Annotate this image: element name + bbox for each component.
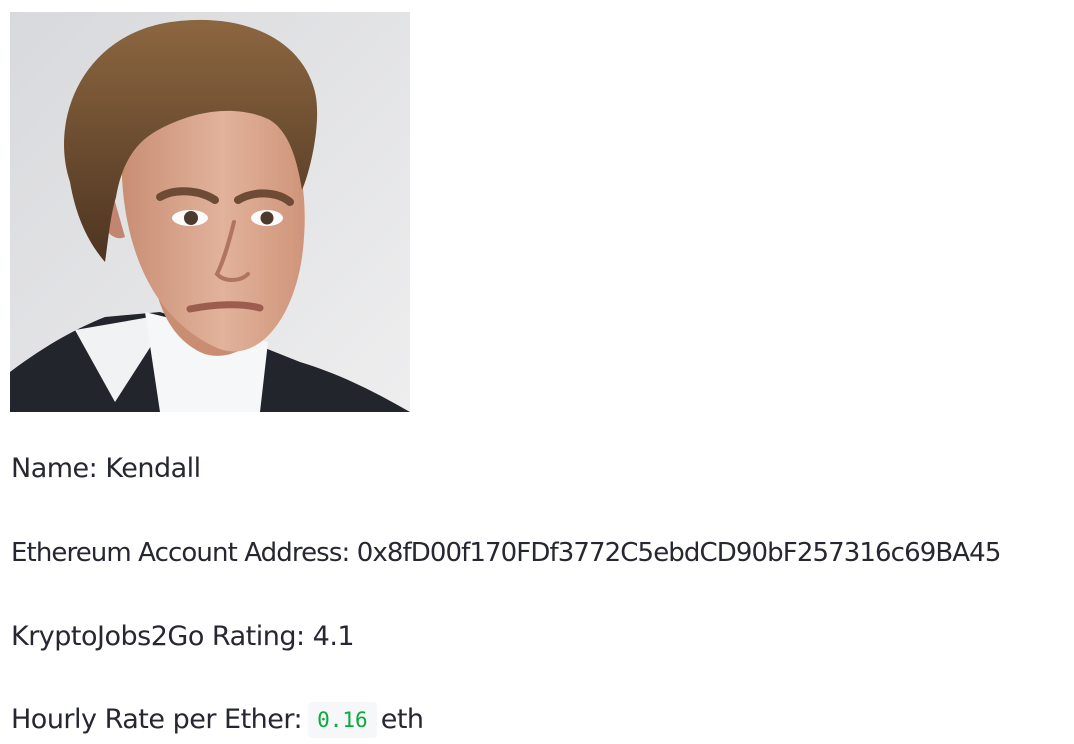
hourly-rate-label: Hourly Rate per Ether: — [11, 704, 303, 735]
ethereum-address-line: Ethereum Account Address: 0x8fD00f170FDf… — [11, 535, 1002, 571]
rating-line: KryptoJobs2Go Rating: 4.1 — [11, 619, 355, 655]
hourly-rate-line: Hourly Rate per Ether: 0.16 eth — [11, 702, 424, 738]
portrait-image — [10, 12, 410, 412]
rating-label: KryptoJobs2Go Rating: — [11, 621, 305, 652]
name-line: Name: Kendall — [11, 451, 201, 487]
ethereum-address-value: 0x8fD00f170FDf3772C5ebdCD90bF257316c69BA… — [356, 538, 1002, 568]
profile-photo — [10, 12, 410, 412]
ethereum-address-label: Ethereum Account Address: — [11, 538, 350, 568]
name-label: Name: — [11, 453, 98, 484]
hourly-rate-unit: eth — [380, 704, 424, 735]
rating-value: 4.1 — [312, 621, 355, 652]
name-value: Kendall — [105, 453, 201, 484]
hourly-rate-value: 0.16 — [308, 702, 377, 738]
